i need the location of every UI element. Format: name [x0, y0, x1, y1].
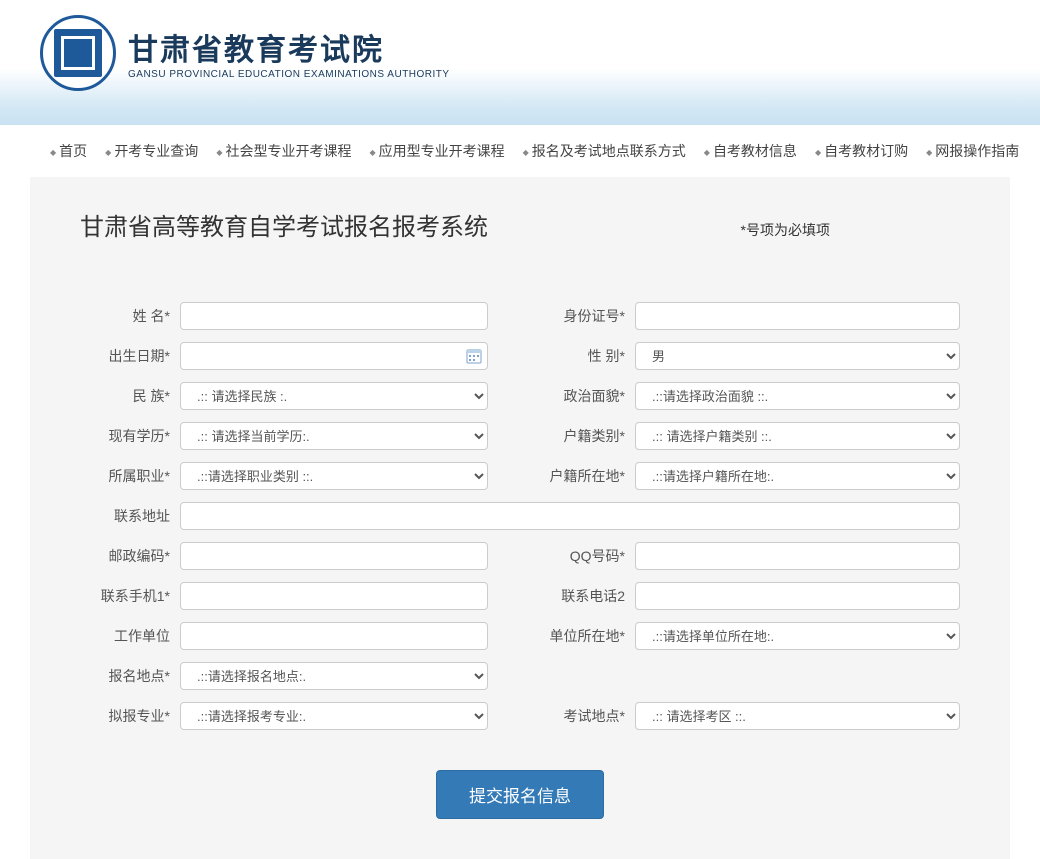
- row-name: 姓 名*: [80, 302, 505, 330]
- label-name: 姓 名*: [80, 306, 180, 326]
- form-header: 甘肃省高等教育自学考试报名报考系统 *号项为必填项: [80, 207, 960, 242]
- label-major: 拟报专业*: [80, 706, 180, 726]
- select-major[interactable]: .::请选择报考专业:.: [180, 702, 488, 730]
- input-id-number[interactable]: [635, 302, 960, 330]
- row-major: 拟报专业* .::请选择报考专业:.: [80, 702, 505, 730]
- row-occupation: 所属职业* .::请选择职业类别 ::.: [80, 462, 505, 490]
- select-household-location[interactable]: .::请选择户籍所在地:.: [635, 462, 960, 490]
- label-household-type: 户籍类别*: [535, 426, 635, 446]
- label-birth-date: 出生日期*: [80, 346, 180, 366]
- submit-area: 提交报名信息: [80, 770, 960, 819]
- row-household-type: 户籍类别* .:: 请选择户籍类别 ::.: [535, 422, 960, 450]
- nav-contact[interactable]: 报名及考试地点联系方式: [523, 141, 686, 161]
- row-unit-location: 单位所在地* .::请选择单位所在地:.: [535, 622, 960, 650]
- input-address[interactable]: [180, 502, 960, 530]
- nav-applied-courses[interactable]: 应用型专业开考课程: [369, 141, 504, 161]
- input-work-unit[interactable]: [180, 622, 488, 650]
- select-political[interactable]: .::请选择政治面貌 ::.: [635, 382, 960, 410]
- nav-home[interactable]: 首页: [50, 141, 87, 161]
- select-reg-location[interactable]: .::请选择报名地点:.: [180, 662, 488, 690]
- label-gender: 性 别*: [535, 346, 635, 366]
- label-qq: QQ号码*: [535, 546, 635, 566]
- select-gender[interactable]: 男: [635, 342, 960, 370]
- nav-textbook-order[interactable]: 自考教材订购: [815, 141, 908, 161]
- logo-area: 甘肃省教育考试院 GANSU PROVINCIAL EDUCATION EXAM…: [40, 15, 450, 91]
- form-title: 甘肃省高等教育自学考试报名报考系统: [80, 207, 488, 242]
- label-exam-location: 考试地点*: [535, 706, 635, 726]
- row-birth-date: 出生日期*: [80, 342, 505, 370]
- select-household-type[interactable]: .:: 请选择户籍类别 ::.: [635, 422, 960, 450]
- nav-online-guide[interactable]: 网报操作指南: [926, 141, 1019, 161]
- content-area: 甘肃省高等教育自学考试报名报考系统 *号项为必填项 姓 名* 身份证号* 出生日…: [30, 177, 1010, 859]
- row-phone2: 联系电话2: [535, 582, 960, 610]
- row-exam-location: 考试地点* .:: 请选择考区 ::.: [535, 702, 960, 730]
- nav-major-query[interactable]: 开考专业查询: [105, 141, 198, 161]
- row-ethnicity: 民 族* .:: 请选择民族 :.: [80, 382, 505, 410]
- label-education: 现有学历*: [80, 426, 180, 446]
- label-ethnicity: 民 族*: [80, 386, 180, 406]
- form-grid: 姓 名* 身份证号* 出生日期* 性: [80, 302, 960, 730]
- row-political: 政治面貌* .::请选择政治面貌 ::.: [535, 382, 960, 410]
- submit-button[interactable]: 提交报名信息: [436, 770, 604, 819]
- row-qq: QQ号码*: [535, 542, 960, 570]
- row-postal-code: 邮政编码*: [80, 542, 505, 570]
- row-gender: 性 别* 男: [535, 342, 960, 370]
- label-unit-location: 单位所在地*: [535, 626, 635, 646]
- input-qq[interactable]: [635, 542, 960, 570]
- logo-icon: [40, 15, 116, 91]
- input-phone1[interactable]: [180, 582, 488, 610]
- row-education: 现有学历* .:: 请选择当前学历:.: [80, 422, 505, 450]
- row-work-unit: 工作单位: [80, 622, 505, 650]
- label-phone2: 联系电话2: [535, 586, 635, 606]
- input-name[interactable]: [180, 302, 488, 330]
- select-unit-location[interactable]: .::请选择单位所在地:.: [635, 622, 960, 650]
- input-postal-code[interactable]: [180, 542, 488, 570]
- row-id-number: 身份证号*: [535, 302, 960, 330]
- row-reg-location: 报名地点* .::请选择报名地点:.: [80, 662, 960, 690]
- select-ethnicity[interactable]: .:: 请选择民族 :.: [180, 382, 488, 410]
- row-phone1: 联系手机1*: [80, 582, 505, 610]
- site-title-en: GANSU PROVINCIAL EDUCATION EXAMINATIONS …: [128, 69, 450, 80]
- site-title-cn: 甘肃省教育考试院: [128, 25, 450, 69]
- label-occupation: 所属职业*: [80, 466, 180, 486]
- label-work-unit: 工作单位: [80, 626, 180, 646]
- label-political: 政治面貌*: [535, 386, 635, 406]
- header-banner: 甘肃省教育考试院 GANSU PROVINCIAL EDUCATION EXAM…: [0, 0, 1040, 125]
- nav-bar: 首页 开考专业查询 社会型专业开考课程 应用型专业开考课程 报名及考试地点联系方…: [0, 125, 1040, 177]
- row-address: 联系地址: [80, 502, 960, 530]
- title-area: 甘肃省教育考试院 GANSU PROVINCIAL EDUCATION EXAM…: [128, 25, 450, 80]
- row-household-location: 户籍所在地* .::请选择户籍所在地:.: [535, 462, 960, 490]
- select-education[interactable]: .:: 请选择当前学历:.: [180, 422, 488, 450]
- required-note: *号项为必填项: [741, 220, 830, 240]
- input-phone2[interactable]: [635, 582, 960, 610]
- select-occupation[interactable]: .::请选择职业类别 ::.: [180, 462, 488, 490]
- select-exam-location[interactable]: .:: 请选择考区 ::.: [635, 702, 960, 730]
- nav-textbook-info[interactable]: 自考教材信息: [704, 141, 797, 161]
- nav-social-courses[interactable]: 社会型专业开考课程: [216, 141, 351, 161]
- input-birth-date[interactable]: [180, 342, 488, 370]
- label-address: 联系地址: [80, 506, 180, 526]
- label-reg-location: 报名地点*: [80, 666, 180, 686]
- label-household-location: 户籍所在地*: [535, 466, 635, 486]
- label-phone1: 联系手机1*: [80, 586, 180, 606]
- label-id-number: 身份证号*: [535, 306, 635, 326]
- label-postal-code: 邮政编码*: [80, 546, 180, 566]
